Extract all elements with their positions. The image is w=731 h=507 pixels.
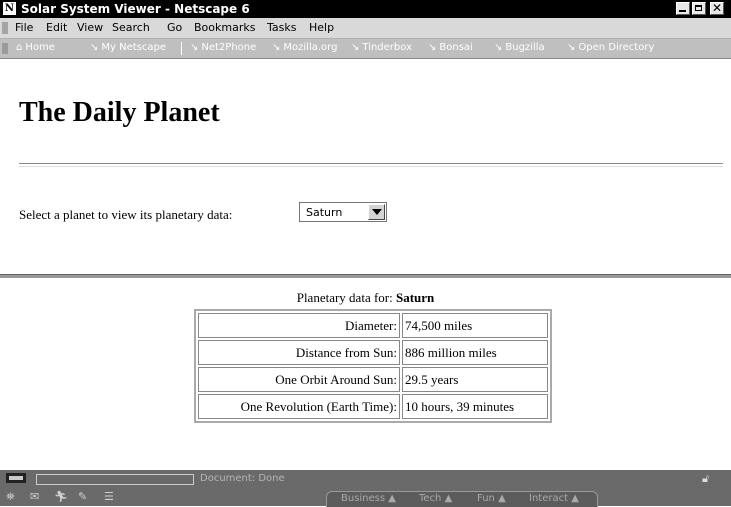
row-value: 74,500 miles xyxy=(402,313,548,338)
minimize-icon xyxy=(679,10,686,12)
menu-search[interactable]: Search xyxy=(112,21,150,34)
home-button[interactable]: ⌂ Home xyxy=(16,42,55,53)
tab-tech[interactable]: Tech ▲ xyxy=(419,493,452,504)
planet-select[interactable]: Saturn xyxy=(299,202,387,222)
instant-messenger-icon[interactable]: 🏃︎ xyxy=(54,490,68,503)
menu-file[interactable]: File xyxy=(15,21,33,34)
chevron-up-icon: ▲ xyxy=(571,493,579,504)
bookmark-icon: ↘ xyxy=(428,42,437,53)
horizontal-rule xyxy=(19,163,723,167)
page-title: The Daily Planet xyxy=(19,97,220,128)
menu-help[interactable]: Help xyxy=(309,21,334,34)
status-bar: Document: Done 🔓︎ xyxy=(0,470,731,488)
close-icon: ✕ xyxy=(712,1,723,15)
tab-interact[interactable]: Interact ▲ xyxy=(529,493,579,504)
row-label: One Revolution (Earth Time): xyxy=(198,394,400,419)
bookmark-icon: ↘ xyxy=(351,42,360,53)
window-titlebar[interactable]: N Solar System Viewer - Netscape 6 ✕ xyxy=(0,0,731,18)
planet-data-table: Diameter: 74,500 miles Distance from Sun… xyxy=(194,309,552,423)
bookmark-icon: ↘ xyxy=(494,42,503,53)
address-book-icon[interactable]: ☰ xyxy=(104,490,114,503)
bookmark-net2phone[interactable]: ↘ Net2Phone xyxy=(190,42,256,53)
mail-icon[interactable]: ✉ xyxy=(30,490,39,503)
planet-select-value: Saturn xyxy=(306,206,343,219)
chevron-up-icon: ▲ xyxy=(498,493,506,504)
tab-business[interactable]: Business ▲ xyxy=(341,493,396,504)
menu-bookmarks[interactable]: Bookmarks xyxy=(194,21,255,34)
task-bar: ⛯ ✉ 🏃︎ ✎ ☰ Business ▲ Tech ▲ Fun ▲ Inter… xyxy=(0,488,731,507)
bookmark-icon: ↘ xyxy=(190,42,199,53)
personal-toolbar: ⌂ Home ↘ My Netscape ↘ Net2Phone ↘ Mozilla.o… xyxy=(0,39,731,59)
toolbar-separator xyxy=(181,42,182,55)
planet-select-label: Select a planet to view its planetary da… xyxy=(19,207,233,222)
row-value: 29.5 years xyxy=(402,367,548,392)
bookmark-mozilla[interactable]: ↘ Mozilla.org xyxy=(272,42,337,53)
netscape-icon[interactable]: N xyxy=(3,2,16,15)
frame-divider[interactable] xyxy=(0,274,731,278)
row-label: Diameter: xyxy=(198,313,400,338)
progress-bar xyxy=(36,474,194,485)
row-value: 10 hours, 39 minutes xyxy=(402,394,548,419)
planet-name: Saturn xyxy=(395,290,435,305)
bookmark-icon: ↘ xyxy=(90,42,99,53)
menu-tasks[interactable]: Tasks xyxy=(267,21,296,34)
menu-bar: File Edit View Search Go Bookmarks Tasks… xyxy=(0,18,731,39)
sidebar-tabs: Business ▲ Tech ▲ Fun ▲ Interact ▲ xyxy=(326,491,598,507)
my-netscape-link[interactable]: ↘ My Netscape xyxy=(90,42,166,53)
maximize-icon xyxy=(695,5,702,11)
window-title: Solar System Viewer - Netscape 6 xyxy=(21,2,250,16)
tab-fun[interactable]: Fun ▲ xyxy=(477,493,506,504)
bookmark-tinderbox[interactable]: ↘ Tinderbox xyxy=(351,42,412,53)
close-button[interactable]: ✕ xyxy=(710,1,724,15)
composer-icon[interactable]: ✎ xyxy=(78,490,87,503)
minimize-button[interactable] xyxy=(676,2,690,15)
activity-icon xyxy=(6,473,26,483)
row-label: One Orbit Around Sun: xyxy=(198,367,400,392)
row-label: Distance from Sun: xyxy=(198,340,400,365)
menu-go[interactable]: Go xyxy=(167,21,182,34)
bookmark-bugzilla[interactable]: ↘ Bugzilla xyxy=(494,42,545,53)
toolbar-grip[interactable] xyxy=(2,22,8,34)
table-row: Diameter: 74,500 miles xyxy=(198,313,548,338)
bookmark-icon: ↘ xyxy=(272,42,281,53)
maximize-button[interactable] xyxy=(692,2,706,15)
menu-view[interactable]: View xyxy=(77,21,103,34)
bookmark-bonsai[interactable]: ↘ Bonsai xyxy=(428,42,473,53)
chevron-up-icon: ▲ xyxy=(444,493,453,504)
planet-data-caption: Planetary data for: Saturn xyxy=(296,290,435,305)
table-row: Distance from Sun: 886 million miles xyxy=(198,340,548,365)
home-icon: ⌂ xyxy=(16,42,23,53)
bookmark-open-directory[interactable]: ↘ Open Directory xyxy=(567,42,654,53)
security-lock-icon[interactable]: 🔓︎ xyxy=(702,472,709,486)
menu-edit[interactable]: Edit xyxy=(46,21,67,34)
bookmark-icon: ↘ xyxy=(567,42,576,53)
dropdown-arrow-icon[interactable] xyxy=(368,204,385,220)
status-text: Document: Done xyxy=(200,473,285,484)
toolbar-grip[interactable] xyxy=(2,43,8,54)
table-row: One Revolution (Earth Time): 10 hours, 3… xyxy=(198,394,548,419)
row-value: 886 million miles xyxy=(402,340,548,365)
navigator-icon[interactable]: ⛯ xyxy=(6,490,15,503)
chevron-up-icon: ▲ xyxy=(388,493,396,504)
table-row: One Orbit Around Sun: 29.5 years xyxy=(198,367,548,392)
